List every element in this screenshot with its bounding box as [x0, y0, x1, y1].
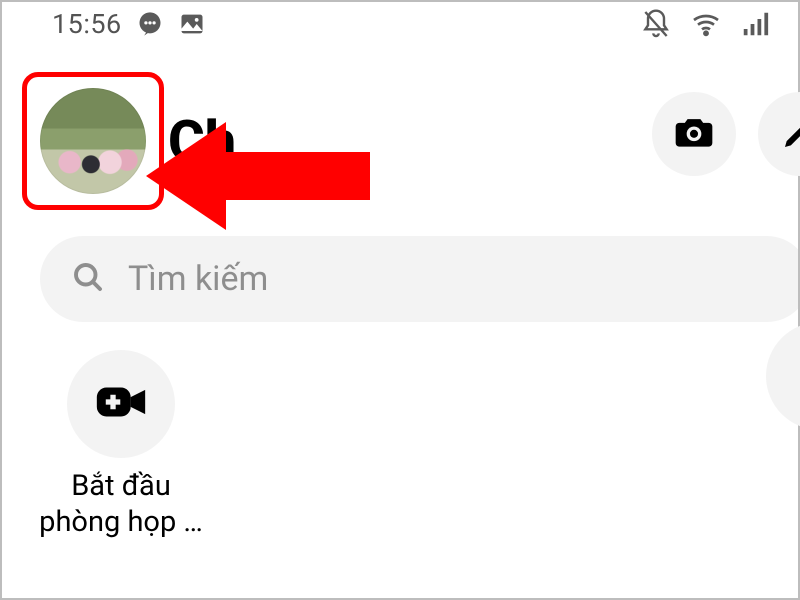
red-arrow-annotation: [146, 116, 376, 240]
profile-avatar[interactable]: [40, 88, 146, 194]
pencil-icon: [780, 112, 800, 156]
camera-button[interactable]: [652, 92, 736, 176]
avatar-highlight-box: [22, 72, 164, 210]
chats-header: Ch: [0, 44, 800, 218]
compose-button[interactable]: [758, 92, 800, 176]
camera-icon: [672, 110, 716, 158]
